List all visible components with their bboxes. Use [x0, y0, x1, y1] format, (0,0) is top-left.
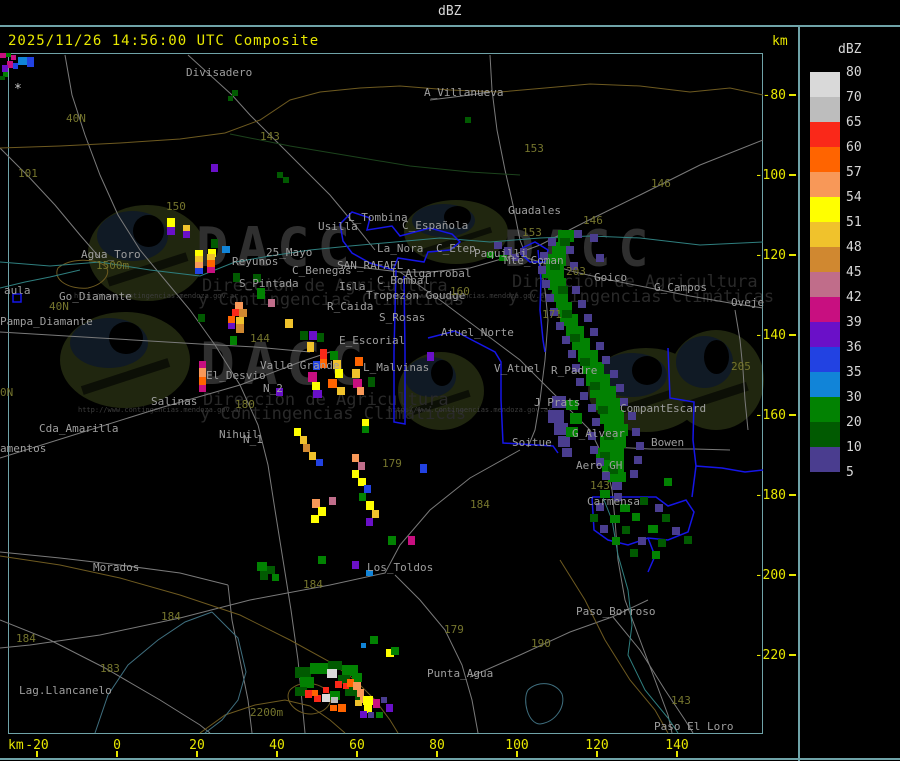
road-number-label: 146: [583, 214, 603, 227]
road-number-label: 184: [303, 578, 323, 591]
place-label: R_Padre: [551, 364, 598, 377]
place-label: G_Alvear: [572, 427, 625, 440]
road-number-label: 150: [166, 200, 186, 213]
road-number-label: 101: [18, 167, 38, 180]
road-number-label: 40N: [49, 300, 69, 313]
place-label: C_Etep: [436, 242, 476, 255]
place-label: S_Rosas: [379, 311, 426, 324]
place-label: R_Caida: [327, 300, 374, 313]
place-label: aula: [4, 284, 31, 297]
place-label: Paso_Borroso: [576, 605, 656, 618]
place-label: Cda_Amarilla: [39, 422, 119, 435]
place-label: E_Escorial: [339, 334, 406, 347]
place-label: N_1: [243, 433, 263, 446]
place-label: G_Campos: [654, 281, 707, 294]
place-label: C_Española: [402, 219, 469, 232]
place-label: Lag.Llancanelo: [19, 684, 112, 697]
road-number-label: 1500m: [96, 259, 130, 272]
place-label: V_Atuel: [494, 362, 541, 375]
place-label: Mte_Coman: [504, 254, 564, 267]
place-label: Go_Diamante: [59, 290, 132, 303]
road-number-label: 0N: [0, 386, 14, 399]
road-number-label: 143: [590, 479, 610, 492]
road-number-label: 153: [522, 226, 542, 239]
road-number-label: 184: [161, 610, 181, 623]
road-number-label: 203: [566, 265, 586, 278]
place-label: Reyunos: [232, 255, 279, 268]
place-label: Morados: [93, 561, 140, 574]
place-label: Oveje: [731, 296, 765, 309]
place-label: Punta_Agua: [427, 667, 494, 680]
place-label: Aero_GH: [576, 459, 623, 472]
place-label: A_Villanueva: [424, 86, 504, 99]
place-label: C_Benegas: [292, 264, 352, 277]
place-label: C_Bombal: [377, 274, 430, 287]
road-number-label: 143: [260, 130, 280, 143]
place-label: CompantEscard: [620, 402, 707, 415]
place-label: Atuel_Norte: [441, 326, 514, 339]
place-label: La_Nora: [377, 242, 424, 255]
place-label: Divisadero: [186, 66, 253, 79]
place-label: Soitue: [512, 436, 552, 449]
road-number-label: 40N: [66, 112, 86, 125]
radar-app-window: DACC DACC DACC Dirección de Agricultura …: [0, 0, 900, 761]
place-label: Bowen: [651, 436, 685, 449]
road-number-label: 160: [450, 285, 470, 298]
place-label: Isla: [339, 280, 366, 293]
road-number-label: 146: [651, 177, 671, 190]
place-label: Carmensa: [587, 495, 640, 508]
road-number-label: 144: [250, 332, 270, 345]
road-number-label: 184: [16, 632, 36, 645]
road-number-label: 2200m: [250, 706, 284, 719]
road-number-label: 153: [524, 142, 544, 155]
road-number-label: 190: [531, 637, 551, 650]
place-label: L_Malvinas: [363, 361, 430, 374]
place-label: Goico: [594, 271, 628, 284]
place-label: Guadales: [508, 204, 561, 217]
place-label: Valle Grande: [260, 359, 340, 372]
place-label: Salinas: [151, 395, 198, 408]
road-number-label: 184: [470, 498, 490, 511]
place-label: L_Tombina: [348, 211, 408, 224]
road-number-label: 143: [671, 694, 691, 707]
road-number-label: 179: [444, 623, 464, 636]
place-label: Paso El Loro: [654, 720, 734, 733]
road-number-label: 179: [382, 457, 402, 470]
place-label: S_Pintada: [239, 277, 299, 290]
place-label: amentos: [0, 442, 47, 455]
place-label: *: [14, 82, 22, 97]
road-number-label: 205: [731, 360, 751, 373]
road-number-label: 171: [542, 308, 562, 321]
place-label: J_Prats: [534, 396, 581, 409]
road-number-label: 180: [235, 398, 255, 411]
map-label-layer: Divisadero A_Villanueva Guadales 25_Mayo Usi…: [0, 0, 900, 761]
place-label: N_2: [263, 382, 283, 395]
road-number-label: 183: [100, 662, 120, 675]
place-label: Los_Toldos: [367, 561, 434, 574]
place-label: El_Desvio: [206, 369, 266, 382]
place-label: Pampa_Diamante: [0, 315, 93, 328]
